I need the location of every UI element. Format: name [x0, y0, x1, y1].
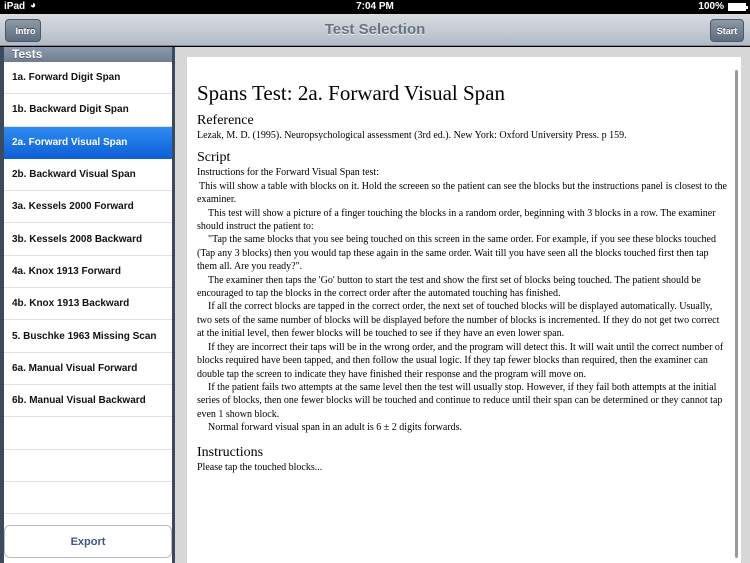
empty-row	[4, 482, 172, 515]
list-item-label: 3a. Kessels 2000 Forward	[12, 201, 134, 213]
list-item[interactable]: 4a. Knox 1913 Forward	[4, 256, 172, 289]
list-item-selected[interactable]: 2a. Forward Visual Span	[4, 126, 172, 159]
list-item[interactable]: 4b. Knox 1913 Backward	[4, 288, 172, 321]
script-heading: Script	[197, 150, 231, 166]
list-item[interactable]: 2b. Backward Visual Span	[4, 159, 172, 192]
detail-pane: Spans Test: 2a. Forward Visual Span Refe…	[175, 47, 750, 563]
instructions-heading: Instructions	[197, 444, 264, 460]
list-item[interactable]: 5. Buschke 1963 Missing Scan	[4, 320, 172, 353]
script-paragraph: If the patient fails two attempts at the…	[197, 381, 723, 420]
scrollbar[interactable]	[735, 70, 738, 558]
start-button-label: Start	[716, 25, 738, 36]
script-paragraph: "Tap the same blocks that you see being …	[197, 234, 716, 273]
list-item-label: 2a. Forward Visual Span	[12, 136, 128, 148]
script-paragraph: If all the correct blocks are tapped in …	[197, 301, 720, 340]
test-description[interactable]: Spans Test: 2a. Forward Visual Span Refe…	[187, 57, 741, 563]
list-item[interactable]: 1a. Forward Digit Span	[4, 62, 172, 95]
list-item-label: 6b. Manual Visual Backward	[12, 395, 146, 407]
list-item-label: 1a. Forward Digit Span	[12, 72, 121, 84]
script-paragraph: If they are incorrect their taps will be…	[197, 341, 724, 380]
empty-row	[4, 450, 172, 482]
start-button[interactable]: Start	[710, 19, 744, 42]
list-item[interactable]: 3a. Kessels 2000 Forward	[4, 191, 172, 224]
test-title: Spans Test: 2a. Forward Visual Span	[197, 81, 505, 105]
export-button[interactable]: Export	[4, 525, 172, 558]
list-item-label: 2b. Backward Visual Span	[12, 169, 136, 181]
status-bar: iPad ◕ 7:04 PM 100%	[0, 0, 750, 14]
battery-icon	[728, 3, 748, 11]
list-item-label: 4a. Knox 1913 Forward	[12, 265, 121, 277]
reference-heading: Reference	[197, 113, 254, 128]
list-item-label: 6a. Manual Visual Forward	[12, 362, 138, 374]
empty-row	[4, 417, 172, 450]
list-item-label: 5. Buschke 1963 Missing Scan	[12, 330, 157, 342]
script-paragraph: Normal forward visual span in an adult i…	[208, 422, 463, 434]
tests-list[interactable]: 1a. Forward Digit Span 1b. Backward Digi…	[4, 62, 172, 563]
battery-percent: 100%	[698, 1, 724, 12]
list-item-label: 3b. Kessels 2008 Backward	[12, 233, 143, 245]
list-item-label: 4b. Knox 1913 Backward	[12, 298, 130, 310]
page-title: Test Selection	[324, 21, 426, 38]
navigation-bar: Intro Test Selection Start	[0, 14, 750, 46]
list-item[interactable]: 3b. Kessels 2008 Backward	[4, 223, 172, 256]
list-item-label: 1b. Backward Digit Span	[12, 104, 129, 116]
sidebar: Tests 1a. Forward Digit Span 1b. Backwar…	[0, 47, 175, 563]
list-item[interactable]: 1b. Backward Digit Span	[4, 94, 172, 127]
list-item[interactable]: 6b. Manual Visual Backward	[4, 385, 172, 418]
export-button-label: Export	[70, 535, 106, 548]
instructions-text: Please tap the touched blocks...	[197, 461, 323, 473]
script-paragraph: This will show a table with blocks on it…	[197, 180, 727, 206]
list-item[interactable]: 6a. Manual Visual Forward	[4, 353, 172, 385]
reference-text: Lezak, M. D. (1995). Neuropsychological …	[197, 130, 627, 141]
script-paragraph: Instructions for the Forward Visual Span…	[197, 167, 379, 179]
script-paragraph: This test will show a picture of a finge…	[197, 207, 716, 233]
script-paragraph: The examiner then taps the 'Go' button t…	[197, 274, 701, 300]
clock: 7:04 PM	[356, 1, 394, 12]
tests-section-header: Tests	[4, 47, 172, 62]
